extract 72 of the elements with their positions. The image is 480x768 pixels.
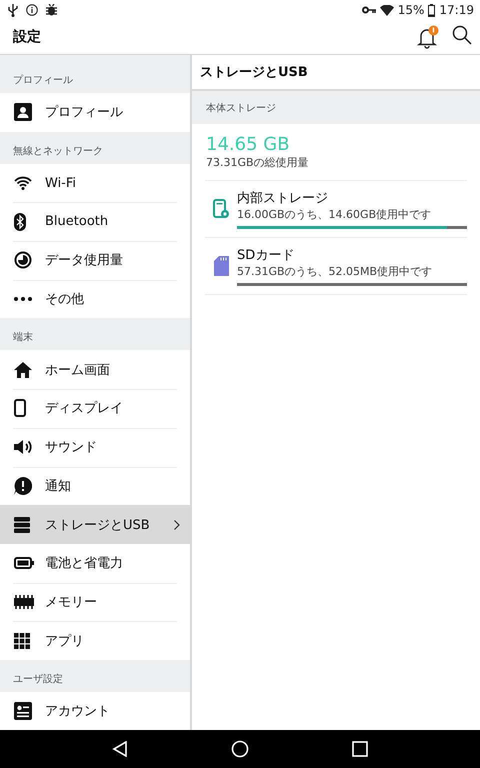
section-header: プロフィール xyxy=(13,74,73,87)
storage-volume-item[interactable]: SDカード 57.31GBのうち、52.05MB使用中です xyxy=(205,238,467,295)
sd-card-icon xyxy=(214,256,228,276)
more-icon xyxy=(14,297,32,302)
settings-menu-item[interactable]: アプリ xyxy=(0,621,190,660)
battery-icon xyxy=(14,557,34,570)
section-header: 端末 xyxy=(13,330,33,344)
bug-icon xyxy=(46,4,57,16)
volume-usage-text: 16.00GBのうち、14.60GB使用中です xyxy=(237,207,432,222)
settings-menu-item[interactable]: Bluetooth xyxy=(0,202,190,242)
menu-item-label: Bluetooth xyxy=(45,214,110,230)
menu-item-label: メモリー xyxy=(45,594,98,611)
menu-item-label: Wi-Fi xyxy=(45,176,78,191)
settings-menu-item[interactable]: プロフィール xyxy=(0,93,190,132)
app-title: 設定 xyxy=(13,28,41,46)
menu-item-label: 電池と省電力 xyxy=(45,555,124,572)
settings-menu-item[interactable]: その他 xyxy=(0,280,190,318)
info-icon xyxy=(26,4,38,16)
back-icon[interactable] xyxy=(112,741,128,757)
menu-item-label: 通知 xyxy=(45,478,72,495)
bluetooth-icon xyxy=(14,212,26,231)
storage-volume-item[interactable]: 内部ストレージ 16.00GBのうち、14.60GB使用中です xyxy=(205,181,467,238)
volume-usage-text: 57.31GBのうち、52.05MB使用中です xyxy=(237,264,434,279)
volume-name: 内部ストレージ xyxy=(237,190,329,207)
menu-item-label: アプリ xyxy=(45,632,85,650)
section-header: ユーザ設定 xyxy=(13,672,63,686)
menu-item-label: その他 xyxy=(45,291,85,308)
usb-icon xyxy=(8,4,18,16)
apps-grid-icon xyxy=(14,632,30,649)
settings-menu-item[interactable]: メモリー xyxy=(0,582,190,622)
menu-item-label: データ使用量 xyxy=(45,252,124,270)
settings-menu-item[interactable]: ストレージとUSB xyxy=(0,505,190,544)
menu-item-label: アカウント xyxy=(45,703,111,720)
used-storage-value: 14.65 GB xyxy=(206,134,291,155)
menu-item-label: ストレージとUSB xyxy=(45,516,151,534)
search-icon xyxy=(452,25,472,45)
menu-item-label: ホーム画面 xyxy=(45,362,111,379)
menu-item-label: サウンド xyxy=(45,439,98,456)
storage-icon xyxy=(14,516,30,533)
tablet-icon xyxy=(14,399,26,418)
battery-icon xyxy=(428,4,436,16)
settings-menu-item[interactable]: サウンド xyxy=(0,428,190,466)
settings-menu-item[interactable]: アカウント xyxy=(0,692,190,730)
page-title: ストレージとUSB xyxy=(200,64,308,81)
home-circle-icon[interactable] xyxy=(230,740,249,758)
section-header: 本体ストレージ xyxy=(206,102,276,114)
wifi-signal-icon xyxy=(380,4,394,16)
wifi-icon xyxy=(14,176,32,190)
settings-menu-item[interactable]: データ使用量 xyxy=(0,241,190,280)
volume-name: SDカード xyxy=(237,247,296,264)
total-usage-text: 73.31GBの総使用量 xyxy=(206,155,310,170)
person-icon xyxy=(14,103,32,122)
settings-menu-item[interactable]: ホーム画面 xyxy=(0,350,190,390)
phone-storage-icon xyxy=(213,199,229,219)
memory-chip-icon xyxy=(14,594,34,609)
exclamation-icon xyxy=(14,476,32,495)
data-usage-icon xyxy=(14,251,32,270)
battery-percent: 15% xyxy=(398,3,424,17)
home-icon xyxy=(14,362,32,378)
settings-menu-item[interactable]: ディスプレイ xyxy=(0,389,190,428)
speaker-icon xyxy=(14,439,34,456)
menu-item-label: ディスプレイ xyxy=(45,400,124,418)
account-card-icon xyxy=(14,702,32,720)
settings-menu-item[interactable]: 電池と省電力 xyxy=(0,544,190,583)
clock: 17:19 xyxy=(439,3,474,17)
menu-item-label: プロフィール xyxy=(45,104,124,122)
settings-menu-item[interactable]: Wi-Fi xyxy=(0,164,190,202)
section-header: 無線とネットワーク xyxy=(13,144,103,158)
chevron-right-icon xyxy=(174,520,180,530)
settings-menu-item[interactable]: 通知 xyxy=(0,466,190,506)
key-icon xyxy=(362,6,376,14)
recents-square-icon[interactable] xyxy=(352,741,368,757)
